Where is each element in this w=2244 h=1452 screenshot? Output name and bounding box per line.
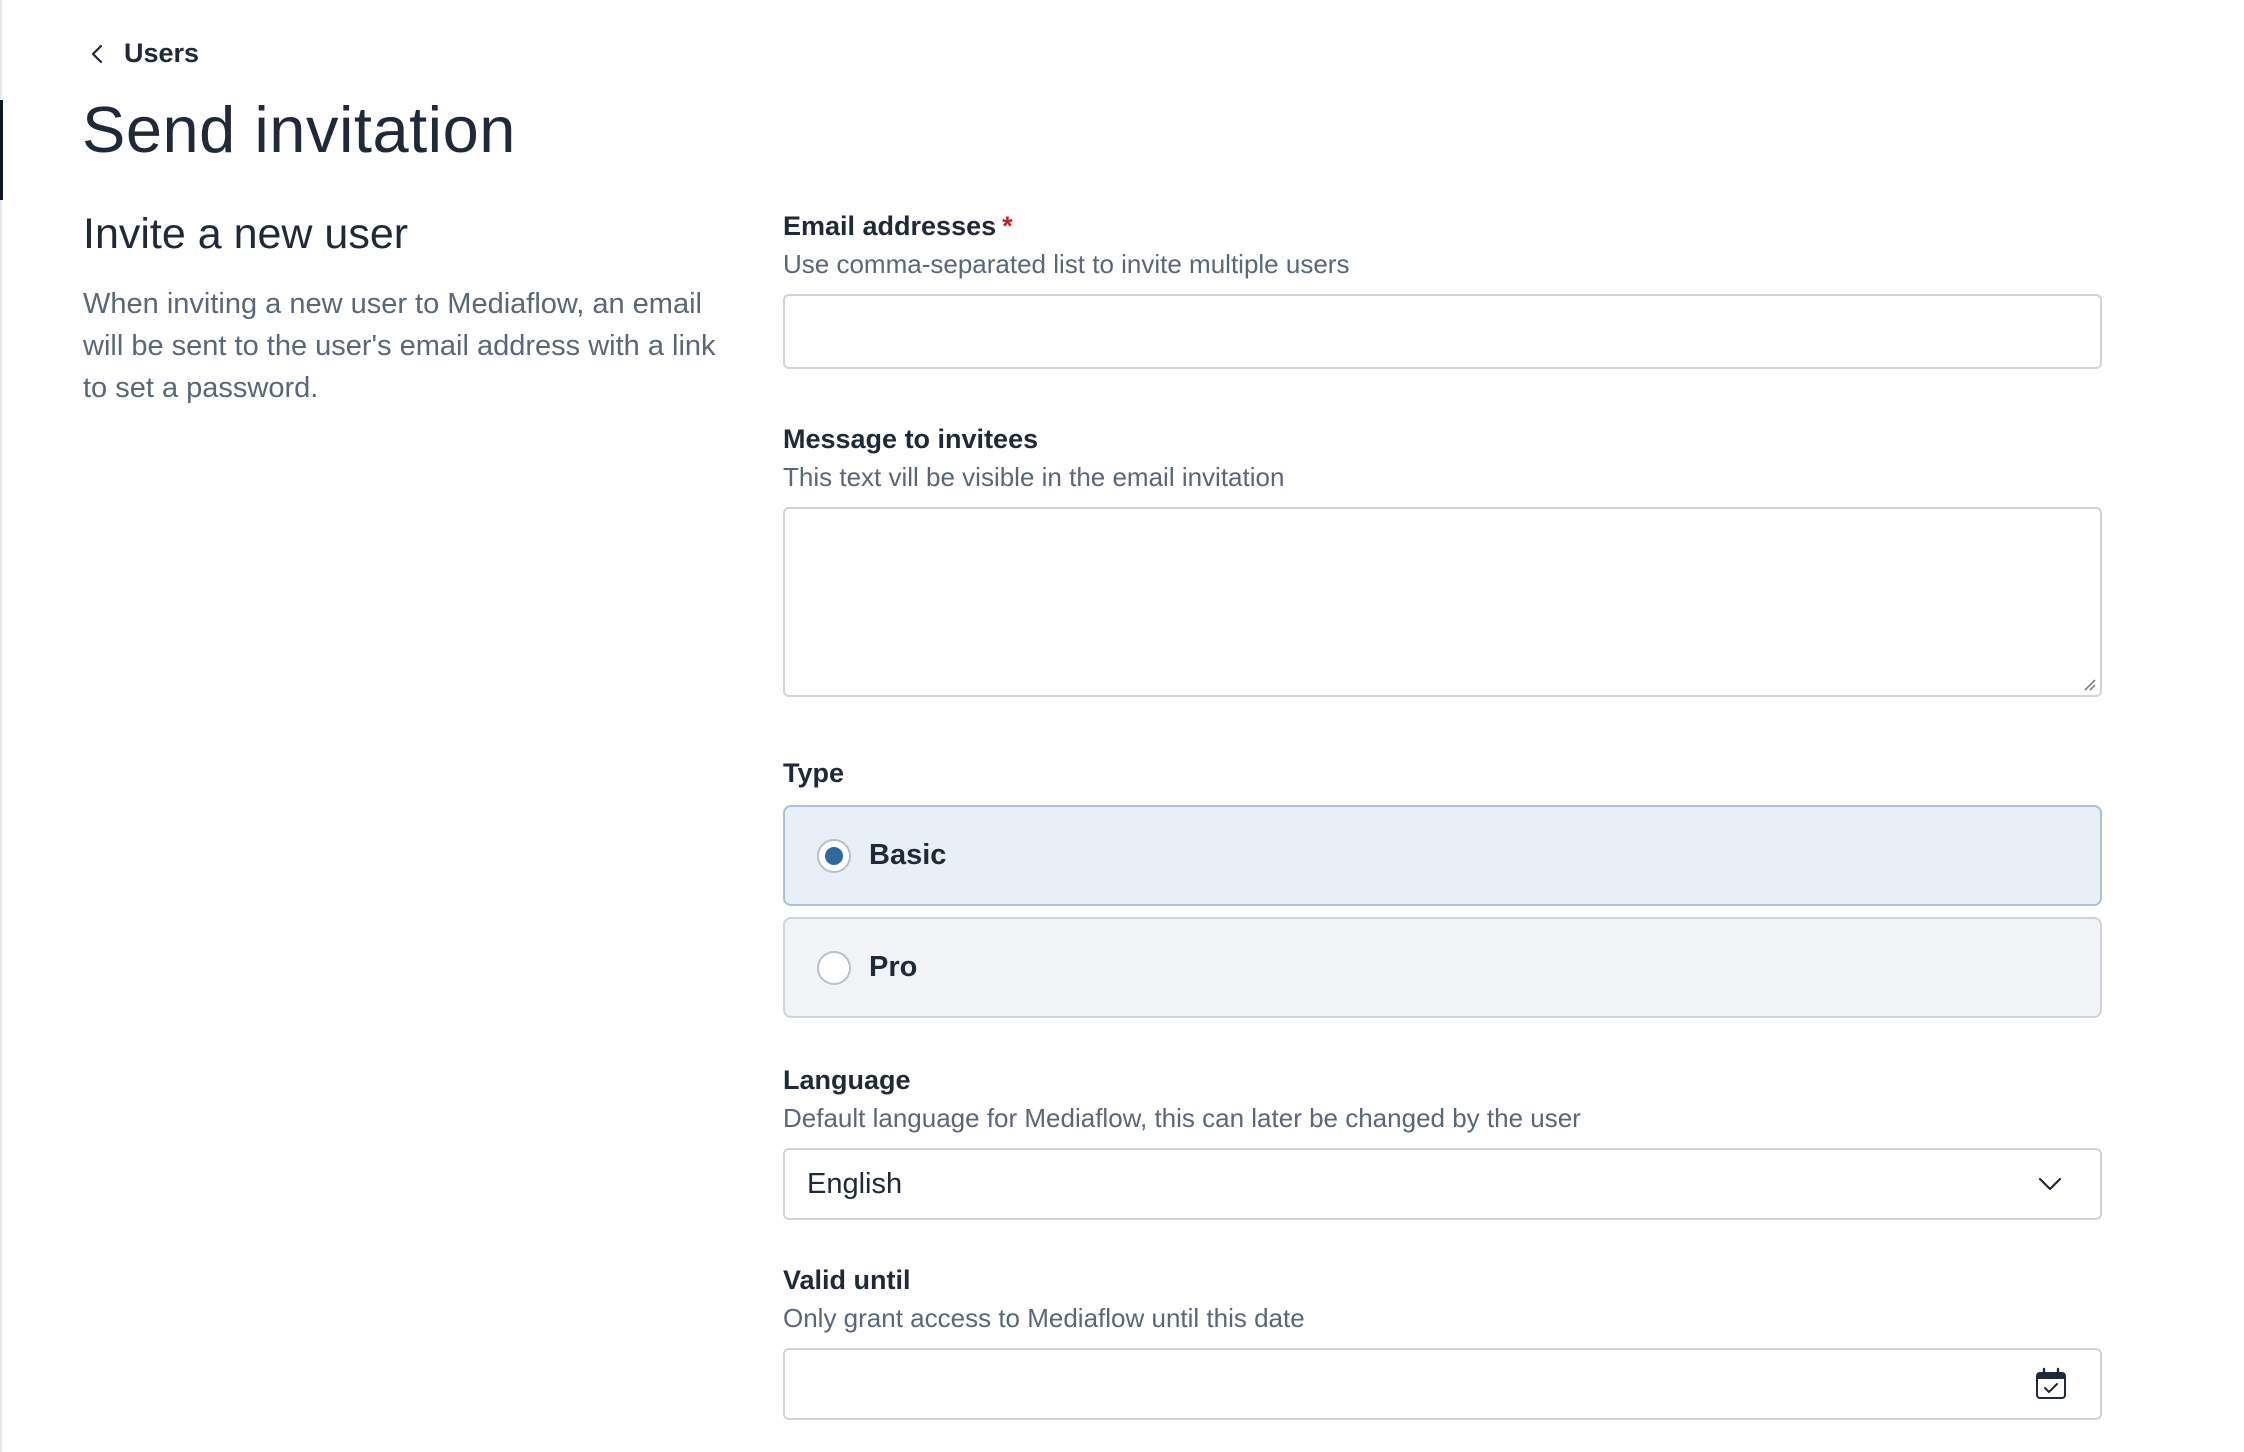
valid-until-date-input[interactable] xyxy=(783,1348,2102,1420)
chevron-left-icon xyxy=(91,44,103,63)
breadcrumb-back-users[interactable]: Users xyxy=(86,38,199,69)
valid-until-label: Valid until xyxy=(783,1265,911,1295)
left-edge-border xyxy=(0,0,2,1452)
left-edge-marker xyxy=(0,100,3,200)
message-hint: This text vill be visible in the email i… xyxy=(783,462,1285,492)
language-label: Language xyxy=(783,1065,911,1095)
email-field-group: Email addresses * Use comma-separated lis… xyxy=(783,208,2102,369)
email-label-text: Email addresses xyxy=(783,211,997,241)
type-option-label: Basic xyxy=(869,839,947,871)
valid-until-field-group: Valid until Only grant access to Mediafl… xyxy=(783,1262,2102,1420)
language-field-group: Language Default language for Mediaflow,… xyxy=(783,1062,2102,1220)
radio-basic[interactable] xyxy=(817,838,851,873)
send-invitation-page: Users Send invitation Invite a new user … xyxy=(0,0,2244,1452)
language-selected-value: English xyxy=(807,1167,903,1200)
intro-description: When inviting a new user to Mediaflow, a… xyxy=(83,288,716,404)
email-hint: Use comma-separated list to invite multi… xyxy=(783,249,1350,279)
type-label: Type xyxy=(783,758,845,788)
email-input[interactable] xyxy=(783,294,2102,369)
required-marker: * xyxy=(1002,211,1013,241)
radio-pro[interactable] xyxy=(817,950,851,985)
chevron-down-icon xyxy=(2038,1177,2062,1191)
message-field-group: Message to invitees This text vill be vi… xyxy=(783,421,2102,697)
calendar-icon[interactable] xyxy=(2034,1367,2068,1401)
email-label: Email addresses * xyxy=(783,208,2102,244)
message-textarea[interactable] xyxy=(783,507,2102,697)
type-option-basic[interactable]: Basic xyxy=(783,805,2102,906)
type-field-group: Type Basic Pro xyxy=(783,755,2102,1018)
type-option-pro[interactable]: Pro xyxy=(783,917,2102,1018)
radio-selected-dot xyxy=(825,846,843,865)
type-option-label: Pro xyxy=(869,951,918,983)
intro-heading: Invite a new user xyxy=(83,210,409,258)
breadcrumb-label: Users xyxy=(124,38,200,68)
intro-section: Invite a new user When inviting a new us… xyxy=(83,210,723,409)
message-label: Message to invitees xyxy=(783,424,1039,454)
resize-handle-icon[interactable] xyxy=(2082,677,2096,691)
language-select[interactable]: English xyxy=(783,1148,2102,1220)
page-title: Send invitation xyxy=(82,93,516,166)
language-hint: Default language for Mediaflow, this can… xyxy=(783,1103,1581,1133)
invitation-form: Email addresses * Use comma-separated lis… xyxy=(783,208,2102,1420)
valid-until-hint: Only grant access to Mediaflow until thi… xyxy=(783,1303,1305,1333)
